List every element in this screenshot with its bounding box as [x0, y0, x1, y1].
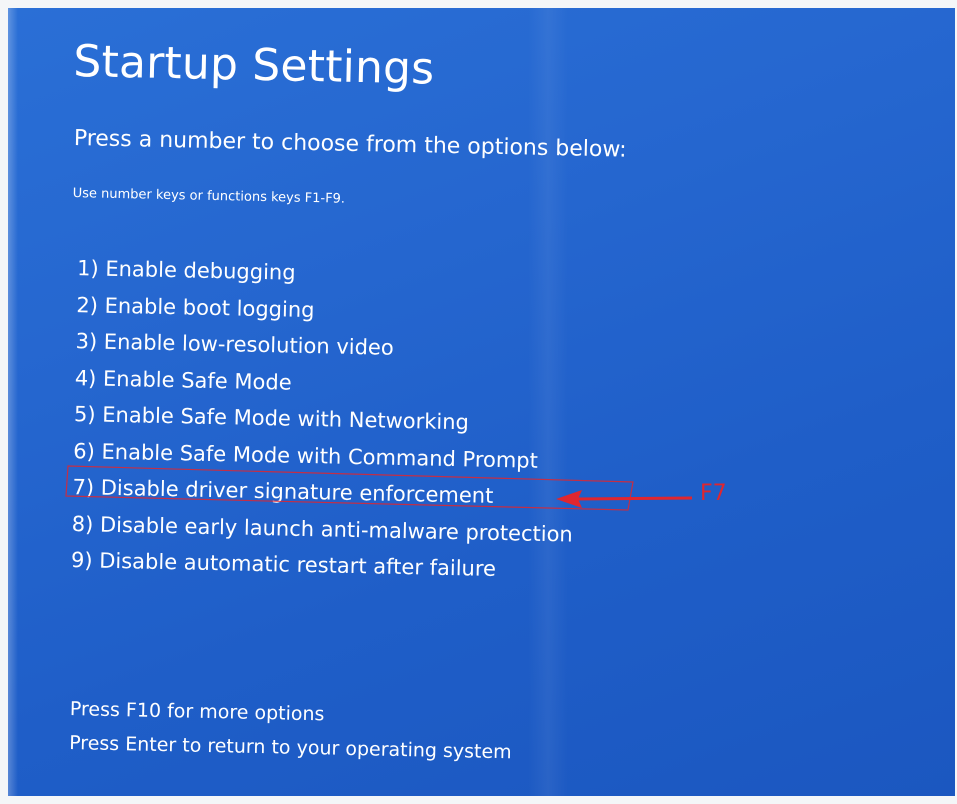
startup-settings-screen: Startup Settings Press a number to choos…: [8, 8, 955, 796]
footer-instructions: Press F10 for more options Press Enter t…: [69, 698, 513, 775]
key-hint-text: Use number keys or functions keys F1-F9.: [72, 186, 346, 207]
startup-settings-content: Startup Settings Press a number to choos…: [69, 36, 934, 763]
f7-annotation-label: F7: [700, 481, 727, 506]
startup-options-list: 1) Enable debugging 2) Enable boot loggi…: [71, 256, 579, 595]
page-title: Startup Settings: [72, 36, 435, 95]
arrow-shaft: [575, 496, 693, 501]
photo-edge-glare: [8, 8, 18, 796]
